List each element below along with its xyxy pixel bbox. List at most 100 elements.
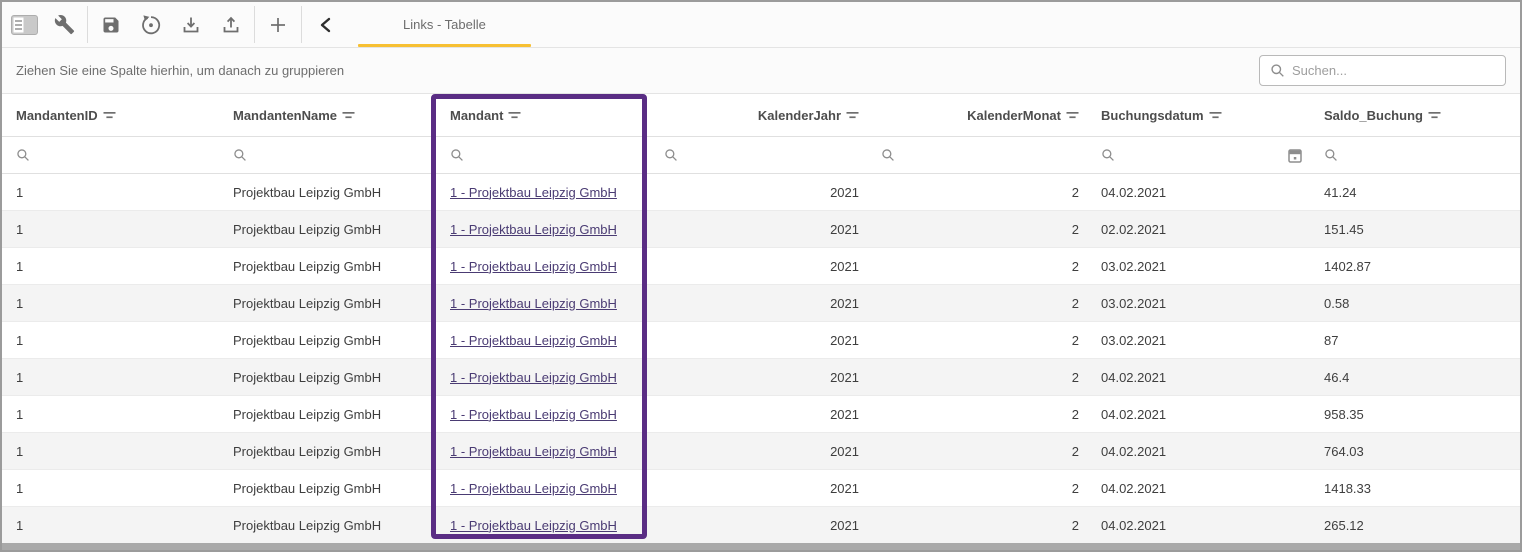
filter-icon[interactable] [508, 111, 521, 120]
group-panel[interactable]: Ziehen Sie eine Spalte hierhin, um danac… [2, 48, 1520, 94]
cell-Saldo_Buchung: 151.45 [1310, 222, 1520, 237]
mandant-link[interactable]: 1 - Projektbau Leipzig GmbH [450, 296, 617, 311]
plus-icon [268, 15, 288, 35]
panel-toggle-button[interactable] [4, 2, 44, 47]
cell-MandantenID: 1 [2, 296, 219, 311]
cell-MandantenID: 1 [2, 370, 219, 385]
upload-icon [221, 15, 241, 35]
column-header-Saldo_Buchung[interactable]: Saldo_Buchung [1310, 94, 1520, 136]
cell-MandantenID: 1 [2, 259, 219, 274]
cell-Buchungsdatum: 04.02.2021 [1087, 370, 1310, 385]
column-header-KalenderMonat[interactable]: KalenderMonat [867, 94, 1087, 136]
cell-MandantenID: 1 [2, 481, 219, 496]
filter-icon[interactable] [846, 111, 859, 120]
cell-Saldo_Buchung: 41.24 [1310, 185, 1520, 200]
search-icon [664, 148, 678, 162]
cell-Saldo_Buchung: 0.58 [1310, 296, 1520, 311]
column-header-label: MandantenID [16, 108, 98, 123]
cell-MandantenID: 1 [2, 222, 219, 237]
cell-Mandant: 1 - Projektbau Leipzig GmbH [436, 222, 650, 237]
filter-icon[interactable] [103, 111, 116, 120]
cell-Buchungsdatum: 04.02.2021 [1087, 518, 1310, 533]
cell-KalenderJahr: 2021 [650, 333, 867, 348]
mandant-link[interactable]: 1 - Projektbau Leipzig GmbH [450, 370, 617, 385]
cell-Mandant: 1 - Projektbau Leipzig GmbH [436, 407, 650, 422]
wrench-icon [54, 14, 75, 35]
mandant-link[interactable]: 1 - Projektbau Leipzig GmbH [450, 222, 617, 237]
cell-MandantenName: Projektbau Leipzig GmbH [219, 481, 436, 496]
cell-Mandant: 1 - Projektbau Leipzig GmbH [436, 185, 650, 200]
mandant-link[interactable]: 1 - Projektbau Leipzig GmbH [450, 481, 617, 496]
column-header-Buchungsdatum[interactable]: Buchungsdatum [1087, 94, 1310, 136]
history-button[interactable] [131, 2, 171, 47]
filter-cell-Saldo_Buchung[interactable] [1310, 137, 1520, 173]
filter-cell-MandantenName[interactable] [219, 137, 436, 173]
cell-KalenderJahr: 2021 [650, 185, 867, 200]
upload-button[interactable] [211, 2, 251, 47]
column-header-label: KalenderJahr [758, 108, 841, 123]
tab-links-tabelle[interactable]: Links - Tabelle [358, 2, 531, 47]
filter-icon[interactable] [1209, 111, 1222, 120]
cell-Saldo_Buchung: 46.4 [1310, 370, 1520, 385]
cell-MandantenName: Projektbau Leipzig GmbH [219, 333, 436, 348]
back-button[interactable] [305, 2, 345, 47]
download-button[interactable] [171, 2, 211, 47]
cell-Buchungsdatum: 04.02.2021 [1087, 481, 1310, 496]
cell-KalenderJahr: 2021 [650, 407, 867, 422]
calendar-icon[interactable] [1288, 148, 1302, 163]
filter-icon[interactable] [342, 111, 355, 120]
cell-Saldo_Buchung: 764.03 [1310, 444, 1520, 459]
search-input[interactable] [1292, 63, 1495, 78]
filter-input-Buchungsdatum[interactable] [1121, 148, 1282, 163]
grid-header-row: MandantenID MandantenNameMandant KalenderJ… [2, 94, 1520, 137]
cell-Mandant: 1 - Projektbau Leipzig GmbH [436, 259, 650, 274]
column-header-Mandant[interactable]: Mandant [436, 94, 650, 136]
cell-KalenderJahr: 2021 [650, 518, 867, 533]
cell-KalenderMonat: 2 [867, 407, 1087, 422]
toolbar-separator [301, 6, 302, 43]
cell-KalenderMonat: 2 [867, 481, 1087, 496]
mandant-link[interactable]: 1 - Projektbau Leipzig GmbH [450, 185, 617, 200]
cell-KalenderMonat: 2 [867, 296, 1087, 311]
filter-cell-Mandant[interactable] [436, 137, 650, 173]
mandant-link[interactable]: 1 - Projektbau Leipzig GmbH [450, 333, 617, 348]
add-button[interactable] [258, 2, 298, 47]
cell-Buchungsdatum: 04.02.2021 [1087, 407, 1310, 422]
search-icon [233, 148, 247, 162]
filter-input-Saldo_Buchung[interactable] [1344, 148, 1512, 163]
cell-Mandant: 1 - Projektbau Leipzig GmbH [436, 481, 650, 496]
mandant-link[interactable]: 1 - Projektbau Leipzig GmbH [450, 259, 617, 274]
cell-KalenderJahr: 2021 [650, 481, 867, 496]
cell-Buchungsdatum: 03.02.2021 [1087, 333, 1310, 348]
cell-Buchungsdatum: 03.02.2021 [1087, 259, 1310, 274]
settings-button[interactable] [44, 2, 84, 47]
filter-input-MandantenName[interactable] [253, 148, 428, 163]
cell-KalenderMonat: 2 [867, 444, 1087, 459]
column-header-KalenderJahr[interactable]: KalenderJahr [650, 94, 867, 136]
column-header-MandantenID[interactable]: MandantenID [2, 94, 219, 136]
cell-KalenderJahr: 2021 [650, 370, 867, 385]
filter-input-KalenderJahr[interactable] [684, 148, 859, 163]
filter-input-Mandant[interactable] [470, 148, 642, 163]
cell-KalenderMonat: 2 [867, 185, 1087, 200]
table-row: 1Projektbau Leipzig GmbH1 - Projektbau L… [2, 359, 1520, 396]
filter-icon[interactable] [1066, 111, 1079, 120]
filter-input-KalenderMonat[interactable] [901, 148, 1079, 163]
filter-cell-Buchungsdatum[interactable] [1087, 137, 1310, 173]
filter-cell-MandantenID[interactable] [2, 137, 219, 173]
filter-cell-KalenderMonat[interactable] [867, 137, 1087, 173]
table-body: 1Projektbau Leipzig GmbH1 - Projektbau L… [2, 174, 1520, 544]
mandant-link[interactable]: 1 - Projektbau Leipzig GmbH [450, 518, 617, 533]
table-row: 1Projektbau Leipzig GmbH1 - Projektbau L… [2, 507, 1520, 544]
filter-input-MandantenID[interactable] [36, 148, 211, 163]
save-button[interactable] [91, 2, 131, 47]
toolbar-separator [254, 6, 255, 43]
cell-Buchungsdatum: 03.02.2021 [1087, 296, 1310, 311]
filter-cell-KalenderJahr[interactable] [650, 137, 867, 173]
column-header-MandantenName[interactable]: MandantenName [219, 94, 436, 136]
mandant-link[interactable]: 1 - Projektbau Leipzig GmbH [450, 444, 617, 459]
horizontal-scrollbar[interactable] [2, 543, 1520, 550]
search-box[interactable] [1259, 55, 1506, 86]
filter-icon[interactable] [1428, 111, 1441, 120]
mandant-link[interactable]: 1 - Projektbau Leipzig GmbH [450, 407, 617, 422]
